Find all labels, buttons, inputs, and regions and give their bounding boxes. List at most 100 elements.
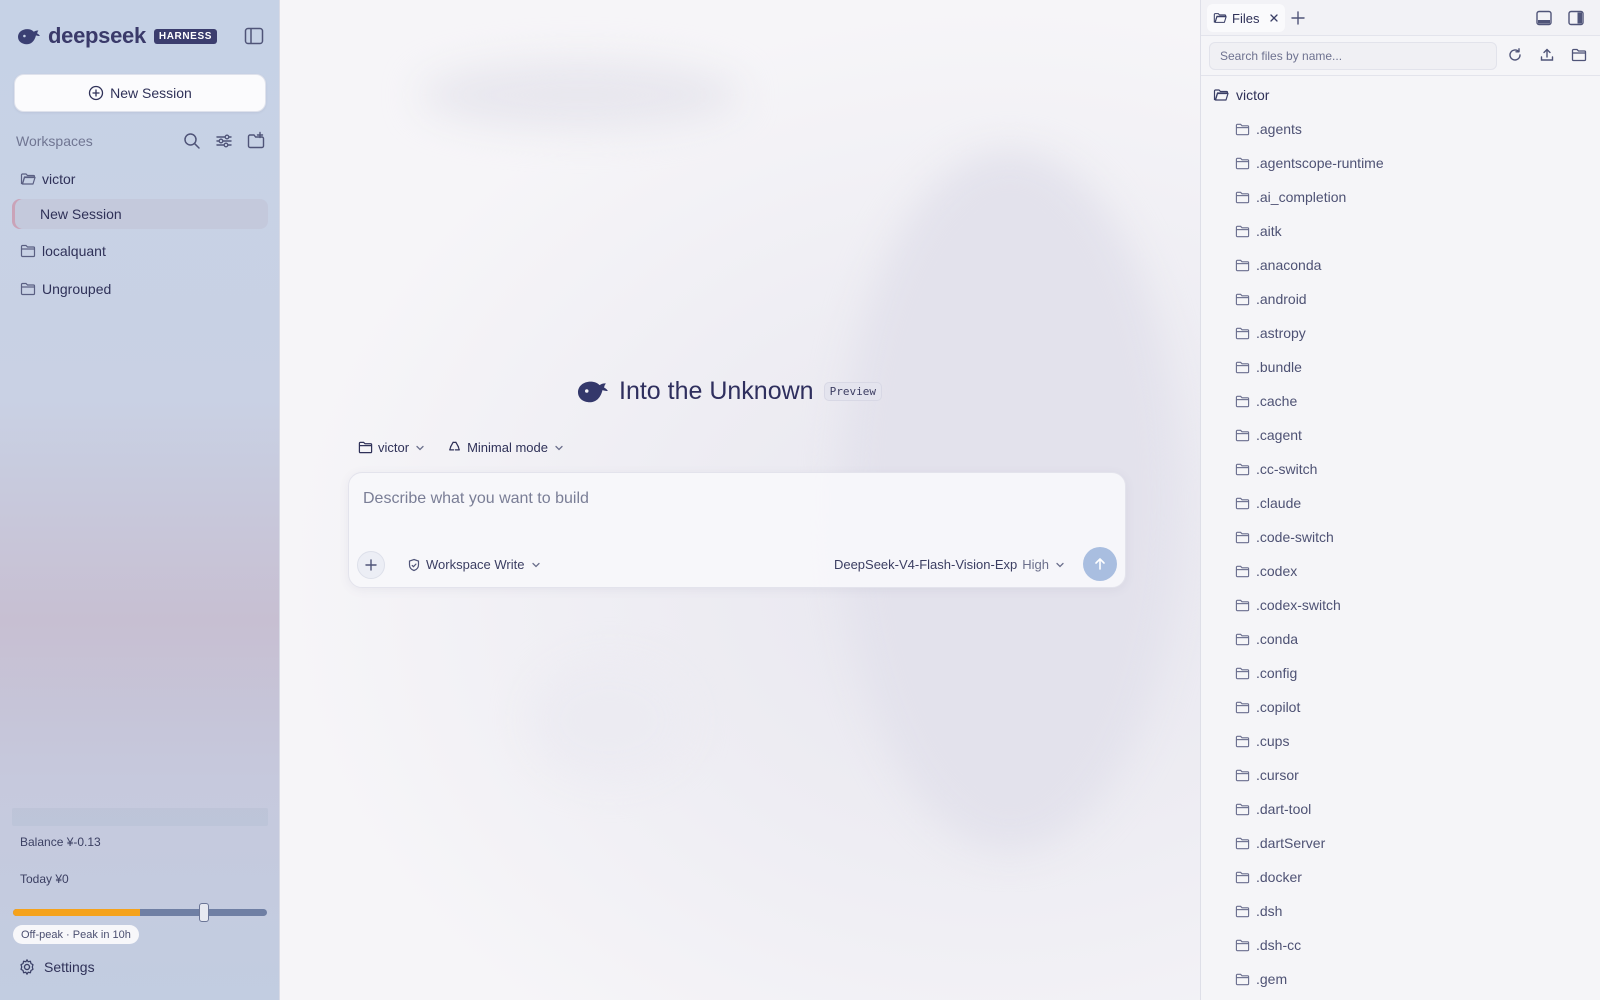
folder-open-icon	[1213, 89, 1229, 101]
model-selector[interactable]: DeepSeek-V4-Flash-Vision-Exp High	[834, 557, 1065, 572]
file-tree-item-label: .ai_completion	[1256, 189, 1347, 205]
file-tree-item[interactable]: .dart-tool	[1201, 792, 1600, 826]
workspace-selector-label: victor	[378, 440, 410, 455]
bottom-panel-toggle-icon[interactable]	[1535, 9, 1553, 27]
folder-icon	[1235, 361, 1250, 373]
file-tree-item[interactable]: .cursor	[1201, 758, 1600, 792]
filter-sliders-icon[interactable]	[214, 131, 234, 151]
file-tree-item[interactable]: .copilot	[1201, 690, 1600, 724]
peak-status-badge: Off-peak · Peak in 10h	[13, 925, 139, 944]
search-icon[interactable]	[182, 131, 202, 151]
add-tab-icon[interactable]	[1289, 9, 1307, 27]
effort-label: High	[1022, 557, 1049, 572]
file-tree-item-label: .dsh	[1256, 903, 1283, 919]
file-tree-item[interactable]: .gem	[1201, 962, 1600, 996]
file-tree-item-label: .cache	[1256, 393, 1298, 409]
prompt-input[interactable]	[363, 487, 1103, 511]
plus-circle-icon	[88, 85, 104, 101]
workspace-selector[interactable]: victor	[358, 440, 425, 455]
workspace-item-victor[interactable]: victor	[12, 164, 268, 194]
new-folder-icon[interactable]	[246, 131, 266, 151]
usage-slider-handle[interactable]	[198, 903, 209, 922]
file-tree-item[interactable]: .bundle	[1201, 350, 1600, 384]
root-folder-label: victor	[1236, 87, 1270, 103]
folder-icon	[1235, 871, 1250, 883]
file-tree-item[interactable]: .android	[1201, 282, 1600, 316]
recycle-mode-icon	[449, 441, 460, 451]
open-folder-icon[interactable]	[1571, 47, 1587, 63]
file-tree-item[interactable]: .dsh	[1201, 894, 1600, 928]
folder-icon	[20, 282, 36, 296]
file-tree-item[interactable]: .astropy	[1201, 316, 1600, 350]
settings-button[interactable]: Settings	[18, 958, 95, 976]
file-tree-item[interactable]: .cagent	[1201, 418, 1600, 452]
folder-icon	[1235, 225, 1250, 237]
mode-selector[interactable]: Minimal mode	[447, 440, 564, 455]
file-tree-item-label: .anaconda	[1256, 257, 1322, 273]
new-session-button[interactable]: New Session	[14, 74, 266, 112]
file-tree-item[interactable]: .dsh-cc	[1201, 928, 1600, 962]
file-tree-item[interactable]: .cc-switch	[1201, 452, 1600, 486]
permission-label: Workspace Write	[426, 557, 525, 572]
permission-selector[interactable]: Workspace Write	[407, 557, 541, 572]
file-tree-item[interactable]: .ai_completion	[1201, 180, 1600, 214]
file-tree-item-label: .config	[1256, 665, 1298, 681]
new-session-label: New Session	[110, 85, 192, 101]
balance-text: Balance ¥-0.13	[20, 835, 101, 849]
file-tree-item[interactable]: .codex-switch	[1201, 588, 1600, 622]
file-tree-item[interactable]: .docker	[1201, 860, 1600, 894]
folder-icon	[1235, 701, 1250, 713]
file-search-input[interactable]	[1209, 42, 1497, 70]
file-tree-item-label: .gem	[1256, 971, 1288, 987]
background-blur	[420, 60, 740, 130]
file-tree-item-label: .bundle	[1256, 359, 1302, 375]
folder-icon	[358, 441, 373, 454]
attach-button[interactable]	[357, 551, 385, 579]
file-tree-item[interactable]: .cache	[1201, 384, 1600, 418]
main-area: Into the Unknown Preview victor Minimal …	[280, 0, 1200, 1000]
folder-icon	[1235, 735, 1250, 747]
file-tree-item[interactable]: .anaconda	[1201, 248, 1600, 282]
brand: deepseek HARNESS	[16, 22, 217, 50]
send-button[interactable]	[1083, 547, 1117, 581]
root-folder-row[interactable]: victor	[1213, 84, 1269, 106]
mode-selector-label: Minimal mode	[467, 440, 548, 455]
deepseek-whale-logo-icon	[18, 29, 40, 45]
shield-edit-icon	[408, 558, 420, 571]
file-tree-item[interactable]: .codex	[1201, 554, 1600, 588]
refresh-icon[interactable]	[1507, 47, 1523, 63]
file-tree-item[interactable]: .code-switch	[1201, 520, 1600, 554]
upload-icon[interactable]	[1539, 47, 1555, 63]
file-tree-item[interactable]: .agentscope-runtime	[1201, 146, 1600, 180]
session-label: New Session	[40, 206, 122, 222]
workspace-label: localquant	[42, 243, 106, 259]
session-item-new-session[interactable]: New Session	[12, 199, 268, 229]
file-tree-item[interactable]: .claude	[1201, 486, 1600, 520]
right-panel-toggle-icon[interactable]	[1567, 9, 1585, 27]
file-tree-item[interactable]: .dartServer	[1201, 826, 1600, 860]
sidebar-toggle-icon[interactable]	[244, 27, 264, 45]
file-tree-item[interactable]: .aitk	[1201, 214, 1600, 248]
close-icon[interactable]	[1269, 13, 1279, 23]
file-tree-item[interactable]: .conda	[1201, 622, 1600, 656]
file-tree-item[interactable]: .agents	[1201, 112, 1600, 146]
workspace-item-ungrouped[interactable]: Ungrouped	[12, 274, 268, 304]
files-panel: Files victor .agents.agentscope-ru	[1200, 0, 1600, 1000]
file-tree-item-label: .dsh-cc	[1256, 937, 1302, 953]
folder-icon	[1235, 395, 1250, 407]
deepseek-whale-logo-icon	[578, 381, 608, 403]
brand-badge: HARNESS	[153, 28, 217, 44]
file-tree-item[interactable]: .cups	[1201, 724, 1600, 758]
folder-icon	[1235, 973, 1250, 985]
folder-icon	[1235, 905, 1250, 917]
tab-files[interactable]: Files	[1207, 4, 1286, 32]
folder-open-icon	[20, 173, 36, 185]
usage-slider[interactable]	[13, 903, 267, 922]
folder-icon	[1235, 633, 1250, 645]
workspace-item-localquant[interactable]: localquant	[12, 236, 268, 266]
file-tree-item-label: .cc-switch	[1256, 461, 1318, 477]
file-tree-item[interactable]: .config	[1201, 656, 1600, 690]
file-tree-item-label: .astropy	[1256, 325, 1306, 341]
folder-icon	[1235, 191, 1250, 203]
background-blur	[530, 660, 690, 780]
